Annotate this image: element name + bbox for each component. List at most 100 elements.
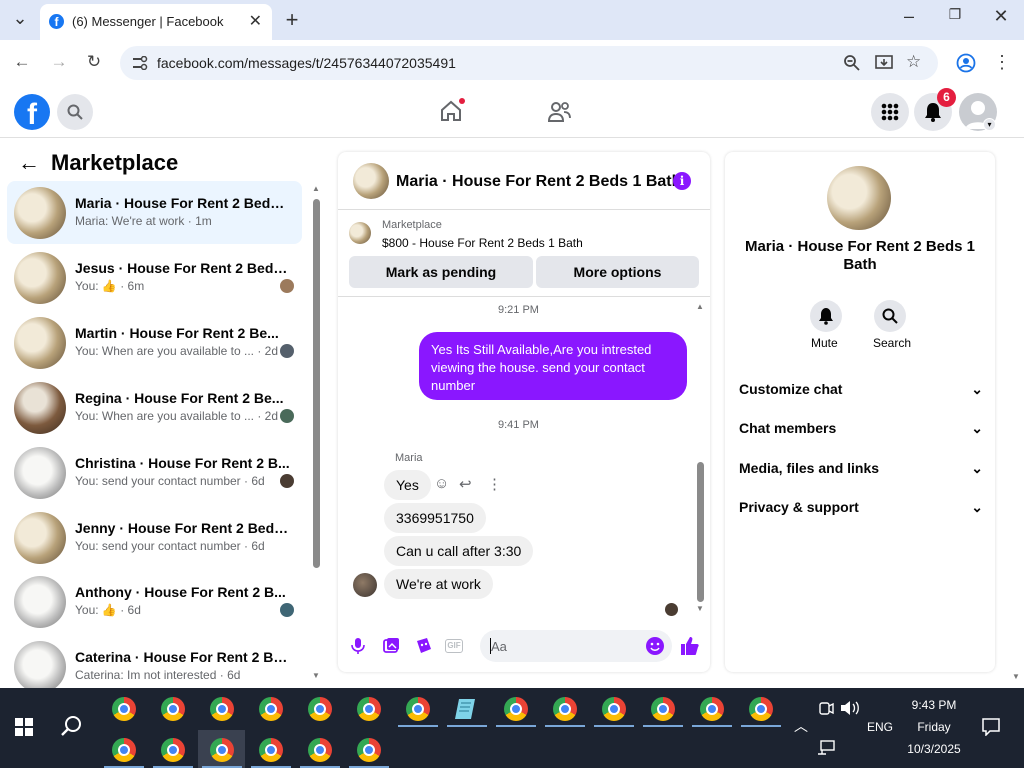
facebook-logo[interactable]: f bbox=[14, 94, 50, 130]
chrome-taskbar-icon[interactable] bbox=[357, 697, 381, 721]
incoming-message[interactable]: 3369951750 bbox=[384, 503, 486, 533]
language-indicator[interactable]: ENG bbox=[867, 720, 893, 734]
incoming-message[interactable]: Can u call after 3:30 bbox=[384, 536, 534, 566]
incoming-message[interactable]: Yes bbox=[384, 470, 431, 500]
network-icon[interactable] bbox=[817, 740, 835, 756]
show-hidden-icons-chevron-icon[interactable]: ︿ bbox=[794, 716, 808, 736]
menu-grid-button[interactable] bbox=[871, 93, 909, 131]
bookmark-star-icon[interactable]: ☆ bbox=[906, 52, 921, 72]
chrome-taskbar-icon[interactable] bbox=[112, 697, 136, 721]
account-chevron-icon[interactable]: ▾ bbox=[983, 118, 996, 131]
conversation-item[interactable]: Jesus · House For Rent 2 Beds... You: 👍 … bbox=[7, 246, 302, 309]
friends-icon[interactable] bbox=[548, 101, 572, 123]
clock-time[interactable]: 9:43 PM bbox=[900, 698, 968, 712]
notification-center-icon[interactable] bbox=[982, 718, 1000, 736]
scroll-down-arrow[interactable]: ▼ bbox=[312, 671, 320, 680]
chrome-taskbar-icon[interactable] bbox=[700, 697, 724, 721]
search-conversation-button[interactable] bbox=[874, 300, 906, 332]
fb-search-button[interactable] bbox=[57, 94, 93, 130]
sender-avatar[interactable] bbox=[353, 573, 377, 597]
clock-date[interactable]: 10/3/2025 bbox=[900, 742, 968, 756]
listing-title[interactable]: $800 - House For Rent 2 Beds 1 Bath bbox=[382, 236, 583, 250]
url-field[interactable]: facebook.com/messages/t/2457634407203549… bbox=[120, 46, 938, 80]
chrome-taskbar-icon[interactable] bbox=[651, 697, 675, 721]
chrome-taskbar-icon[interactable] bbox=[161, 738, 185, 762]
taskbar-search-icon[interactable] bbox=[61, 715, 83, 737]
thumbs-up-icon[interactable] bbox=[680, 636, 700, 656]
conversation-item[interactable]: Regina · House For Rent 2 Be... You: Whe… bbox=[7, 376, 302, 439]
media-files-links-section[interactable]: Media, files and links ⌄ bbox=[739, 460, 983, 476]
chrome-taskbar-icon[interactable] bbox=[308, 738, 332, 762]
outgoing-message[interactable]: Yes Its Still Available,Are you intreste… bbox=[419, 332, 687, 400]
react-icon[interactable]: ☺ bbox=[434, 475, 449, 492]
privacy-support-section[interactable]: Privacy & support ⌄ bbox=[739, 499, 983, 515]
home-icon[interactable] bbox=[440, 100, 462, 122]
customize-chat-section[interactable]: Customize chat ⌄ bbox=[739, 381, 983, 397]
profile-icon[interactable] bbox=[956, 53, 976, 73]
chrome-taskbar-icon[interactable] bbox=[210, 697, 234, 721]
chrome-taskbar-icon[interactable] bbox=[602, 697, 626, 721]
sticker-icon[interactable] bbox=[415, 637, 432, 654]
mute-button[interactable] bbox=[810, 300, 842, 332]
site-info-icon[interactable] bbox=[132, 56, 148, 70]
gif-icon[interactable]: GIF bbox=[445, 639, 463, 653]
volume-icon[interactable] bbox=[840, 700, 860, 716]
chat-scrollbar-thumb[interactable] bbox=[697, 462, 704, 602]
scroll-up-arrow[interactable]: ▲ bbox=[696, 302, 704, 311]
scroll-up-arrow[interactable]: ▲ bbox=[312, 184, 320, 193]
chrome-taskbar-icon[interactable] bbox=[553, 697, 577, 721]
browser-tab[interactable]: f (6) Messenger | Facebook ✕ bbox=[40, 4, 272, 40]
install-app-icon[interactable] bbox=[875, 54, 893, 72]
back-arrow-icon[interactable]: ← bbox=[18, 150, 40, 176]
close-window-icon[interactable]: ✕ bbox=[989, 6, 1013, 27]
conversation-item[interactable]: Jenny · House For Rent 2 Beds 1 ... You:… bbox=[7, 506, 302, 569]
chrome-taskbar-icon[interactable] bbox=[210, 738, 234, 762]
chrome-taskbar-icon[interactable] bbox=[259, 738, 283, 762]
photo-icon[interactable] bbox=[383, 637, 400, 654]
new-tab-icon[interactable]: + bbox=[280, 7, 304, 33]
more-actions-icon[interactable]: ⋮ bbox=[487, 475, 502, 493]
close-tab-icon[interactable]: ✕ bbox=[249, 11, 262, 31]
chat-avatar[interactable] bbox=[353, 163, 389, 199]
details-title: Maria · House For Rent 2 Beds 1 Bath bbox=[744, 238, 976, 273]
chrome-taskbar-icon[interactable] bbox=[112, 738, 136, 762]
sidebar-scrollbar-thumb[interactable] bbox=[313, 199, 320, 568]
scroll-down-arrow[interactable]: ▼ bbox=[696, 604, 704, 613]
chrome-taskbar-icon[interactable] bbox=[357, 738, 381, 762]
chrome-taskbar-icon[interactable] bbox=[504, 697, 528, 721]
zoom-icon[interactable] bbox=[844, 55, 860, 71]
incoming-message[interactable]: We're at work bbox=[384, 569, 493, 599]
notepad-taskbar-icon[interactable] bbox=[454, 697, 478, 721]
windows-start-icon[interactable] bbox=[15, 718, 33, 736]
chrome-taskbar-icon[interactable] bbox=[749, 697, 773, 721]
page-scroll-down-arrow[interactable]: ▼ bbox=[1012, 672, 1020, 681]
chrome-taskbar-icon[interactable] bbox=[308, 697, 332, 721]
more-options-button[interactable]: More options bbox=[536, 256, 699, 288]
conversation-item[interactable]: Maria · House For Rent 2 Beds 1 ... Mari… bbox=[7, 181, 302, 244]
meet-now-icon[interactable] bbox=[818, 700, 834, 716]
browser-menu-icon[interactable]: ⋮ bbox=[991, 52, 1013, 74]
conversation-item[interactable]: Christina · House For Rent 2 B... You: s… bbox=[7, 441, 302, 504]
reload-icon[interactable]: ↻ bbox=[83, 52, 105, 74]
chat-members-section[interactable]: Chat members ⌄ bbox=[739, 420, 983, 436]
minimize-icon[interactable]: – bbox=[897, 6, 921, 27]
emoji-icon[interactable] bbox=[645, 636, 665, 656]
chrome-taskbar-icon[interactable] bbox=[259, 697, 283, 721]
details-avatar[interactable] bbox=[827, 166, 891, 230]
forward-icon[interactable]: → bbox=[48, 52, 70, 74]
restore-icon[interactable]: ❐ bbox=[943, 6, 967, 23]
chrome-taskbar-icon[interactable] bbox=[406, 697, 430, 721]
clock-day[interactable]: Friday bbox=[900, 720, 968, 734]
back-icon[interactable]: ← bbox=[11, 52, 33, 74]
chrome-taskbar-icon[interactable] bbox=[161, 697, 185, 721]
info-icon[interactable]: i bbox=[673, 172, 691, 190]
microphone-icon[interactable] bbox=[351, 637, 365, 655]
conversation-item[interactable]: Anthony · House For Rent 2 B... You: 👍 ·… bbox=[7, 570, 302, 633]
chat-title[interactable]: Maria · House For Rent 2 Beds 1 Bath bbox=[396, 173, 681, 191]
tab-search-icon[interactable]: ⌄ bbox=[8, 8, 32, 29]
conversation-item[interactable]: Martin · House For Rent 2 Be... You: Whe… bbox=[7, 311, 302, 374]
mark-pending-button[interactable]: Mark as pending bbox=[349, 256, 533, 288]
message-input[interactable]: Aa bbox=[480, 630, 672, 662]
conversation-item[interactable]: Caterina · House For Rent 2 Bed... Cater… bbox=[7, 635, 302, 688]
reply-icon[interactable]: ↩ bbox=[459, 475, 472, 493]
